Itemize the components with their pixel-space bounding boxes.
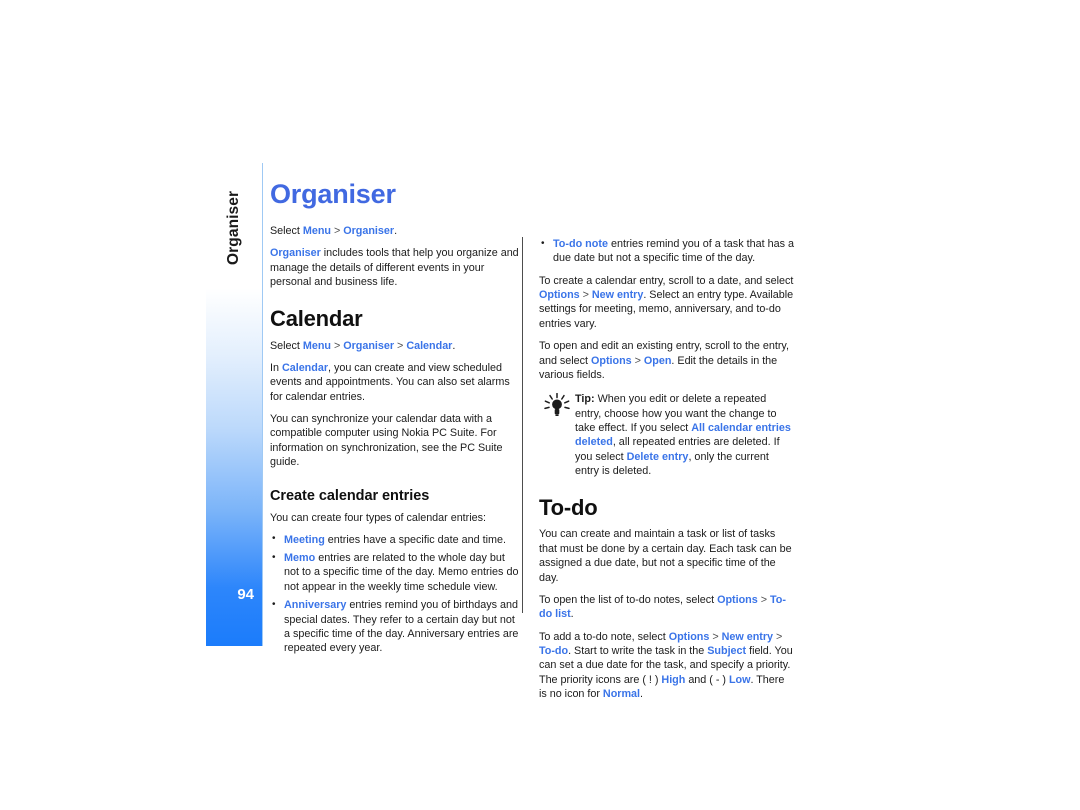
path-separator: > (757, 593, 770, 606)
ui-term-new-entry: New entry (721, 630, 774, 643)
open-edit-entry-paragraph: To open and edit an existing entry, scro… (539, 339, 795, 382)
text-end: . (570, 608, 574, 621)
ui-term-subject: Subject (707, 645, 747, 657)
entry-type-term: Meeting (284, 533, 325, 546)
ui-term-new-entry: New entry (591, 289, 644, 302)
path-separator: > (330, 339, 344, 352)
text-lead: To create a calendar entry, scroll to a … (539, 274, 794, 287)
text-mid-3: and ( - ) (685, 673, 729, 686)
left-column: Organiser Select Menu > Organiser. Organ… (270, 181, 522, 664)
entry-type-term: Memo (284, 552, 316, 565)
create-calendar-entry-paragraph: To create a calendar entry, scroll to a … (539, 274, 795, 331)
calendar-entry-types-list: Meeting entries have a specific date and… (270, 532, 522, 656)
ui-term-options: Options (591, 354, 632, 367)
path-separator: > (709, 630, 722, 643)
path-separator: > (631, 354, 644, 367)
intro-select-path: Select Menu > Organiser. (270, 224, 522, 238)
text-end: . (452, 339, 456, 352)
ui-term-todo: To-do (539, 645, 569, 657)
ui-term-delete-entry: Delete entry (626, 450, 689, 463)
ui-term-menu: Menu (302, 225, 331, 237)
section-title-calendar: Calendar (270, 306, 363, 332)
todo-add-note-paragraph: To add a to-do note, select Options > Ne… (539, 630, 795, 702)
text-lead: Select (270, 225, 303, 237)
ui-term-options: Options (668, 630, 710, 643)
right-column: To-do note entries remind you of a task … (539, 237, 795, 709)
create-entries-intro: You can create four types of calendar en… (270, 512, 486, 525)
page-number: 94 (237, 586, 254, 603)
text-end: . (640, 688, 643, 701)
text-lead: To open the list of to-do notes, select (539, 593, 718, 606)
entry-type-term: To-do note (553, 238, 608, 250)
ui-term-open: Open (643, 354, 672, 367)
ui-term-organiser: Organiser (343, 339, 395, 352)
list-item: To-do note entries remind you of a task … (539, 237, 795, 266)
lightbulb-tip-icon (542, 392, 572, 419)
calendar-select-path: Select Menu > Organiser > Calendar. (270, 339, 522, 353)
list-item: Anniversary entries remind you of birthd… (270, 598, 522, 655)
text-lead: To add a to-do note, select (539, 630, 669, 643)
text-lead: Select (270, 339, 303, 352)
ui-term-calendar: Calendar (406, 339, 453, 352)
path-separator: > (773, 630, 783, 643)
path-separator: > (330, 225, 344, 237)
text-end: . (394, 225, 398, 237)
calendar-sync-paragraph: You can synchronize your calendar data w… (270, 412, 503, 469)
ui-term-menu: Menu (302, 339, 331, 352)
ui-term-options: Options (717, 593, 758, 606)
ui-term-calendar: Calendar (281, 361, 328, 374)
todo-description: You can create and maintain a task or li… (539, 528, 792, 584)
text-lead: In (270, 361, 282, 374)
manual-page: Organiser 94 Organiser Select Menu > Org… (0, 0, 1080, 810)
path-separator: > (394, 339, 407, 352)
text-mid-1: . Start to write the task in the (568, 645, 708, 657)
path-separator: > (579, 289, 592, 302)
todo-open-list-paragraph: To open the list of to-do notes, select … (539, 593, 795, 622)
tip-text: Tip: When you edit or delete a repeated … (572, 392, 795, 478)
column-divider (522, 237, 524, 613)
side-tab-label: Organiser (225, 190, 242, 266)
subsection-title-create-calendar-entries: Create calendar entries (270, 488, 430, 505)
list-item: Meeting entries have a specific date and… (270, 532, 522, 547)
entry-type-description: entries are related to the whole day but… (284, 552, 519, 593)
ui-term-high: High (661, 673, 686, 686)
ui-term-organiser: Organiser (270, 247, 321, 260)
ui-term-organiser: Organiser (343, 225, 395, 237)
tip-block: Tip: When you edit or delete a repeated … (539, 392, 795, 478)
calendar-description: In Calendar, you can create and view sch… (270, 361, 522, 404)
intro-paragraph: Organiser includes tools that help you o… (270, 246, 522, 289)
ui-term-normal: Normal (602, 688, 641, 701)
entry-type-term: Anniversary (284, 599, 347, 612)
section-title-todo: To-do (539, 495, 598, 521)
tip-label: Tip: (575, 393, 595, 406)
calendar-entry-types-list-continued: To-do note entries remind you of a task … (539, 237, 795, 266)
entry-type-description: entries have a specific date and time. (324, 533, 507, 546)
tab-vertical-rule (262, 163, 264, 646)
page-title: Organiser (270, 179, 396, 209)
ui-term-options: Options (539, 289, 580, 302)
ui-term-low: Low (728, 673, 751, 686)
list-item: Memo entries are related to the whole da… (270, 551, 522, 594)
